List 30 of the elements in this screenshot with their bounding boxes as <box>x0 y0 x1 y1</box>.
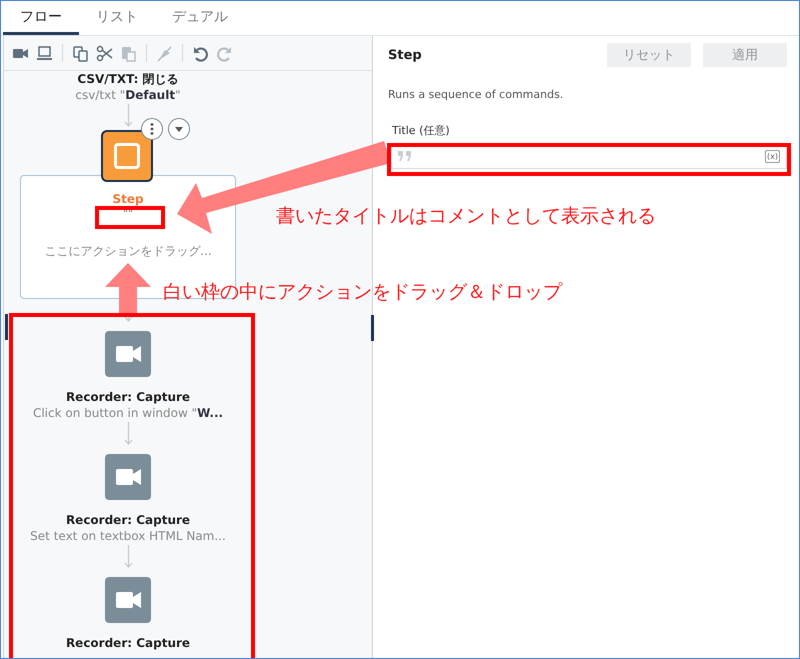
quote-icon <box>398 151 412 161</box>
node-title: Recorder: Capture <box>66 635 190 651</box>
resize-handle[interactable] <box>371 315 374 341</box>
variable-button[interactable]: (x) <box>765 150 780 162</box>
connector-arrow <box>124 545 132 569</box>
more-options-icon[interactable] <box>141 118 163 140</box>
tab[interactable]: デュアル <box>155 1 245 35</box>
dropdown-caret-icon[interactable] <box>168 118 190 140</box>
node-title: Recorder: Capture <box>66 512 190 528</box>
video-camera-icon[interactable] <box>103 329 153 379</box>
panel-title: Step <box>388 48 422 62</box>
connector-arrow <box>124 422 132 446</box>
connector-arrow <box>124 104 132 128</box>
node-title: Recorder: Capture <box>66 389 190 405</box>
drop-hint: ここにアクションをドラッグ... <box>44 243 212 260</box>
node-subtitle: Set text on textbox HTML Nam... <box>30 528 226 545</box>
step-title: Step <box>112 192 144 206</box>
video-camera-icon[interactable] <box>103 575 153 625</box>
video-camera-icon[interactable] <box>103 452 153 502</box>
tab[interactable]: リスト <box>79 1 155 35</box>
annotation-text: 白い枠の中にアクションをドラッグ＆ドロップ <box>163 280 562 305</box>
node-subtitle: Click on button in window "W... <box>32 405 224 422</box>
node-subtitle: csv/txt "Default" <box>75 87 181 104</box>
resize-handle[interactable] <box>5 314 8 340</box>
node-title: CSV/TXT: 閉じる <box>77 71 179 87</box>
description-text: Runs a sequence of commands. <box>388 88 564 101</box>
step-node-icon[interactable] <box>101 130 153 182</box>
highlight-box <box>95 206 165 229</box>
field-label: Title (任意) <box>392 123 451 138</box>
annotation-text: 書いたタイトルはコメントとして表示される <box>276 204 656 229</box>
